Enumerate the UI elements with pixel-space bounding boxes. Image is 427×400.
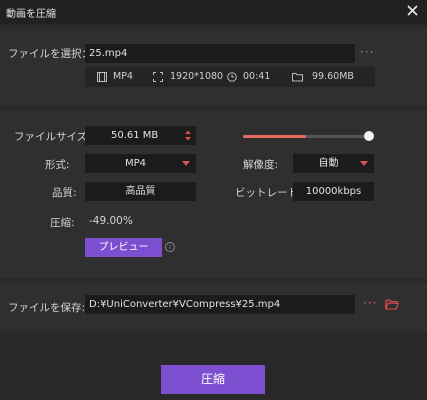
format-label: 形式:: [45, 159, 70, 171]
format-value: MP4: [124, 158, 147, 169]
filesize-label: ファイルサイズ:: [14, 131, 91, 143]
compress-ratio-value: -49.00%: [89, 215, 133, 227]
format-select[interactable]: MP4: [85, 154, 196, 173]
preview-button[interactable]: プレビュー: [85, 238, 162, 257]
info-resolution: 1920*1080: [170, 71, 224, 82]
quality-select[interactable]: 高品質: [85, 182, 196, 201]
compress-ratio-label: 圧縮:: [50, 217, 75, 229]
file-browse-button[interactable]: ···: [360, 45, 374, 59]
close-icon[interactable]: [403, 0, 423, 22]
film-icon: [97, 72, 107, 82]
quality-value: 高品質: [125, 186, 156, 197]
save-panel: ファイルを保存: D:¥UniConverter¥VCompress¥25.mp…: [0, 283, 427, 331]
title-bar: 動画を圧縮: [0, 0, 427, 24]
window-title: 動画を圧縮: [6, 9, 56, 20]
resolution-select[interactable]: 自動: [293, 154, 374, 173]
folder-icon: [292, 73, 303, 82]
chevron-down-icon: [360, 161, 368, 166]
file-name-field[interactable]: 25.mp4: [85, 44, 355, 63]
folder-open-icon[interactable]: [385, 299, 399, 310]
save-browse-button[interactable]: ···: [363, 296, 377, 310]
bitrate-label: ビットレート: [235, 187, 298, 199]
file-name: 25.mp4: [89, 48, 128, 59]
filesize-input[interactable]: 50.61 MB: [85, 126, 196, 145]
filesize-slider[interactable]: [243, 131, 374, 141]
save-label: ファイルを保存:: [8, 302, 86, 314]
resolution-value: 自動: [318, 158, 339, 169]
info-icon[interactable]: i: [165, 242, 175, 252]
stepper-icon[interactable]: [184, 129, 192, 142]
save-path-field[interactable]: D:¥UniConverter¥VCompress¥25.mp4: [85, 295, 355, 314]
info-format: MP4: [113, 71, 133, 82]
save-path: D:¥UniConverter¥VCompress¥25.mp4: [89, 299, 281, 310]
bitrate-input[interactable]: 10000kbps: [293, 182, 374, 201]
compress-button[interactable]: 圧縮: [161, 365, 265, 394]
info-duration: 00:41: [243, 71, 271, 82]
bitrate-value: 10000kbps: [305, 186, 362, 197]
file-select-label: ファイルを選択：: [8, 48, 92, 60]
filesize-value: 50.61 MB: [111, 130, 159, 141]
slider-thumb[interactable]: [364, 131, 374, 141]
file-info-strip: MP4 1920*1080 00:41 99.60MB: [85, 67, 375, 87]
slider-fill: [243, 135, 306, 138]
chevron-down-icon: [182, 161, 190, 166]
info-size: 99.60MB: [312, 71, 354, 82]
expand-icon: [153, 72, 163, 82]
resolution-label: 解像度:: [243, 159, 279, 171]
quality-label: 品質:: [52, 187, 77, 199]
clock-icon: [227, 72, 237, 82]
